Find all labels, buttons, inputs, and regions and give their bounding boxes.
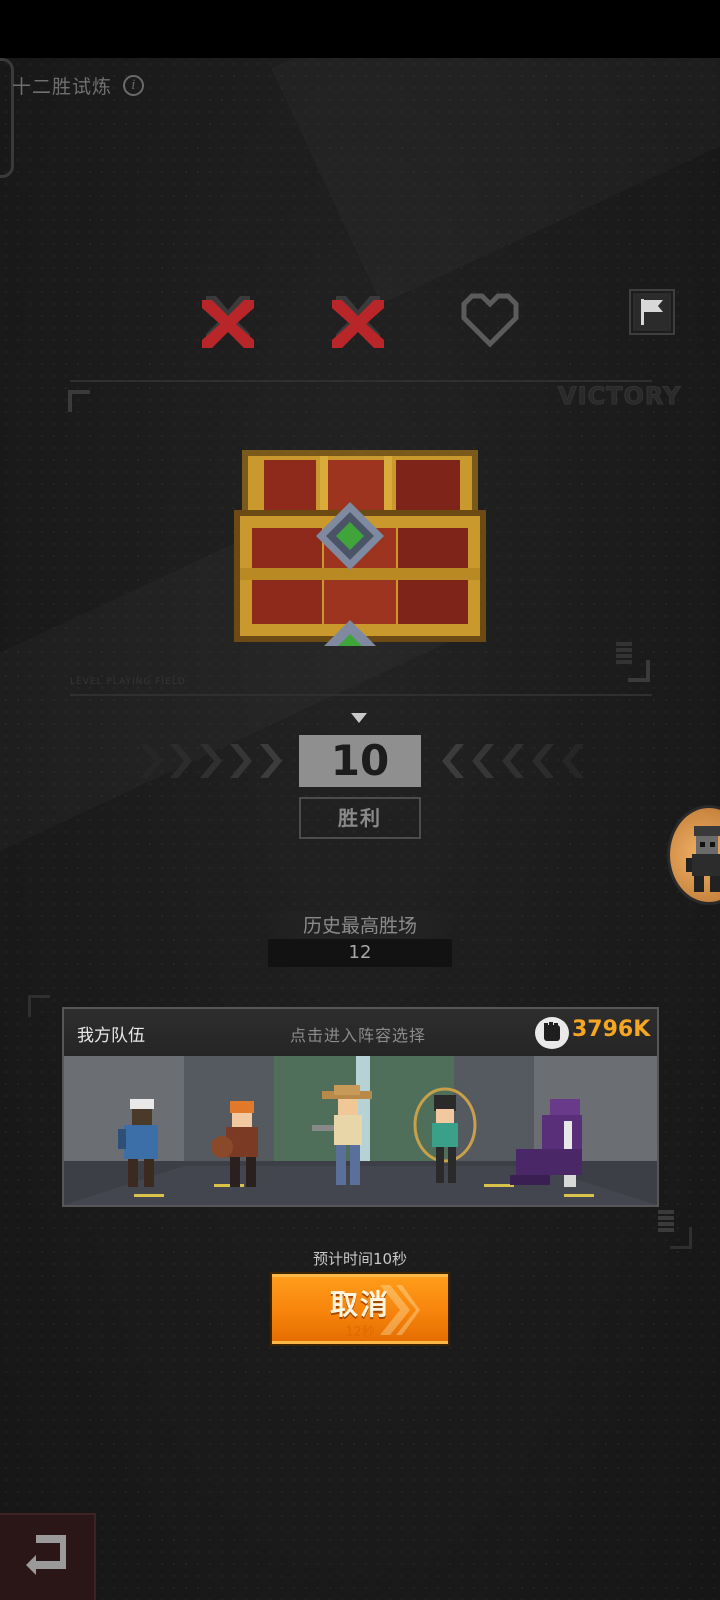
team-select-hint[interactable]: 点击进入阵容选择 [290, 1022, 426, 1046]
level-playing-field-caption: LEVEL PLAYING FIELD [70, 677, 186, 687]
flag-icon [641, 299, 663, 325]
right-chevrons-icon [442, 744, 584, 778]
left-chevrons-icon [140, 744, 282, 778]
victory-label: 胜利 [299, 797, 421, 839]
life-lost-cross-icon [202, 296, 254, 348]
team-corner [28, 995, 50, 1017]
background-slash [271, 58, 720, 304]
team-panel[interactable]: 我方队伍 点击进入阵容选择 3796K [62, 1007, 659, 1207]
history-best-value: 12 [268, 939, 452, 967]
back-arrow-icon [26, 1535, 66, 1575]
cancel-label: 取消 [329, 1288, 390, 1321]
back-button[interactable] [0, 1513, 96, 1600]
surrender-flag-button[interactable] [629, 289, 675, 335]
heart-outline-icon [461, 293, 519, 348]
pointer-arrow-icon [351, 713, 367, 723]
hero-2 [212, 1101, 258, 1187]
page-title: 十二胜试炼 [12, 76, 113, 98]
hero-3 [312, 1085, 372, 1185]
status-bar [0, 0, 720, 58]
fist-icon [535, 1017, 569, 1049]
hero-5 [510, 1099, 582, 1187]
hero-1 [118, 1099, 158, 1187]
team-scene [64, 1056, 657, 1205]
victory-watermark: VICTORY [557, 382, 682, 411]
elapsed-timer: 12秒 [345, 1325, 375, 1340]
team-power: 3796K [572, 1017, 651, 1042]
cancel-button[interactable]: 取消 12秒 [272, 1274, 448, 1344]
info-icon[interactable]: i [123, 75, 144, 96]
treasure-chest-icon [234, 450, 486, 646]
frame-line-bottom [70, 694, 652, 696]
signal-bars-icon [658, 1210, 674, 1232]
team-label: 我方队伍 [77, 1026, 145, 1046]
life-lost-cross-icon [332, 296, 384, 348]
signal-bars-icon [616, 642, 632, 664]
estimated-time-text: 预计时间10秒 [312, 1250, 408, 1268]
history-best-label: 历史最高胜场 [268, 911, 452, 939]
team-header: 我方队伍 点击进入阵容选择 3796K [64, 1009, 657, 1056]
hero-4 [413, 1087, 477, 1183]
victory-count: 10 [299, 735, 421, 787]
frame-corner [68, 390, 90, 412]
pixel-character-icon [686, 826, 720, 892]
